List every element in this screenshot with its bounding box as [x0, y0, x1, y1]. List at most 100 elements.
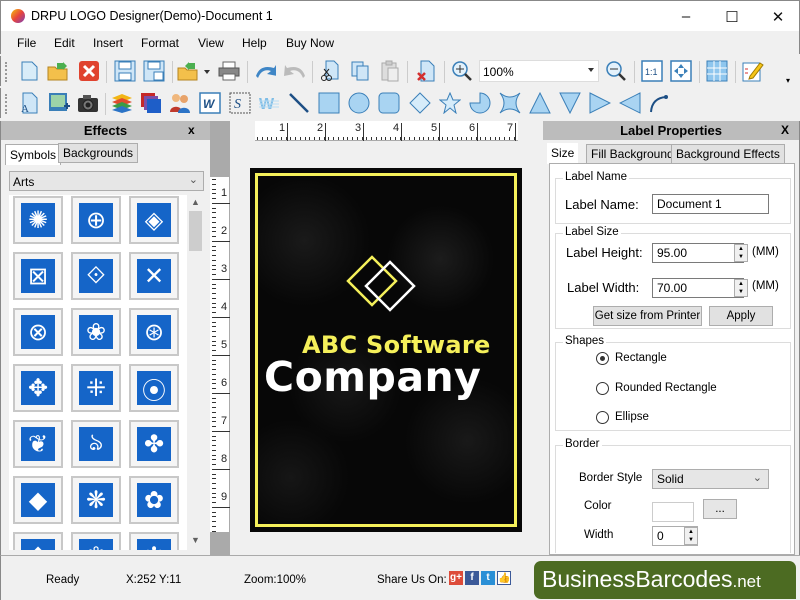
zoom-in-icon[interactable] — [451, 60, 473, 82]
color-picker-button[interactable]: ... — [703, 499, 737, 519]
label-height-input[interactable]: 95.00 — [652, 243, 744, 263]
tab-background-effects[interactable]: Background Effects — [671, 144, 785, 164]
symbol-item[interactable]: ✿ — [129, 476, 179, 524]
maximize-button[interactable]: ☐ — [709, 1, 755, 32]
facebook-icon[interactable]: f — [465, 571, 479, 585]
tab-fill-background[interactable]: Fill Background — [586, 144, 679, 164]
fit-to-window-icon[interactable] — [670, 60, 692, 82]
edit-properties-icon[interactable] — [742, 60, 764, 82]
width-spinner[interactable]: ▲ ▼ — [734, 279, 748, 297]
signature-icon[interactable]: S — [229, 92, 251, 114]
menu-buy-now[interactable]: Buy Now — [286, 36, 334, 50]
grid-icon[interactable] — [706, 60, 728, 82]
border-width-spinner[interactable]: ▲ ▼ — [684, 527, 698, 545]
word-art-icon[interactable]: W — [199, 92, 221, 114]
symbol-item[interactable]: ✤ — [129, 420, 179, 468]
rounded-rectangle-tool-icon[interactable] — [378, 92, 400, 114]
symbol-category-select[interactable]: Arts ⌄ — [9, 171, 204, 191]
menu-insert[interactable]: Insert — [93, 36, 123, 50]
open-folder-icon[interactable] — [47, 60, 69, 82]
menu-edit[interactable]: Edit — [54, 36, 75, 50]
symbol-item[interactable]: ◈ — [129, 196, 179, 244]
delete-icon[interactable] — [415, 60, 437, 82]
import-dropdown-arrow-icon[interactable] — [204, 70, 210, 74]
toolbar-grip[interactable] — [5, 62, 8, 82]
background-icon[interactable] — [140, 92, 162, 114]
tab-symbols[interactable]: Symbols — [5, 144, 62, 165]
actual-size-icon[interactable]: 1:1 — [641, 60, 663, 82]
border-style-select[interactable]: Solid ⌄ — [652, 469, 769, 489]
watermark-icon[interactable]: W — [258, 92, 280, 114]
get-size-from-printer-button[interactable]: Get size from Printer — [593, 306, 702, 326]
undo-icon[interactable] — [254, 60, 276, 82]
minimize-button[interactable]: – — [663, 1, 709, 32]
label-properties-close-button[interactable]: X — [781, 123, 789, 137]
symbol-item[interactable]: ✾ — [71, 532, 121, 550]
users-icon[interactable] — [169, 92, 191, 114]
insert-text-icon[interactable]: A — [18, 92, 40, 114]
symbols-scrollbar[interactable]: ▲ ▼ — [187, 195, 204, 550]
logo-text-line2[interactable]: Company — [264, 353, 481, 401]
symbol-item[interactable]: ✥ — [13, 364, 63, 412]
symbol-item[interactable]: ⊕ — [71, 196, 121, 244]
symbol-item[interactable]: ⊛ — [129, 308, 179, 356]
diamonds-logo-icon[interactable] — [344, 254, 422, 314]
save-as-icon[interactable] — [143, 60, 165, 82]
symbol-item[interactable]: ⊗ — [13, 308, 63, 356]
line-tool-icon[interactable] — [288, 92, 310, 114]
symbol-item[interactable]: ❦ — [13, 420, 63, 468]
symbol-item[interactable]: ❀ — [71, 308, 121, 356]
symbol-item[interactable]: ❋ — [71, 476, 121, 524]
radio-rectangle[interactable] — [596, 352, 609, 365]
tab-size[interactable]: Size — [547, 143, 579, 164]
toolbar-overflow-icon[interactable]: ▾ — [786, 76, 796, 85]
symbol-item[interactable]: ✕ — [129, 252, 179, 300]
close-window-button[interactable]: ✕ — [755, 1, 800, 32]
pie-tool-icon[interactable] — [469, 92, 491, 114]
layers-icon[interactable] — [111, 92, 133, 114]
scroll-thumb[interactable] — [189, 211, 202, 251]
four-point-star-tool-icon[interactable] — [499, 92, 521, 114]
diamond-tool-icon[interactable] — [409, 92, 431, 114]
camera-icon[interactable] — [77, 92, 99, 114]
toolbar2-grip[interactable] — [5, 94, 8, 114]
logo-design-label[interactable]: ABC Software Company — [250, 168, 522, 532]
zoom-out-icon[interactable] — [605, 60, 627, 82]
import-folder-icon[interactable] — [177, 60, 199, 82]
symbol-item[interactable]: ⊠ — [13, 252, 63, 300]
new-document-icon[interactable] — [18, 60, 40, 82]
ellipse-tool-icon[interactable] — [348, 92, 370, 114]
menu-file[interactable]: File — [17, 36, 36, 50]
close-document-icon[interactable] — [78, 60, 100, 82]
print-icon[interactable] — [218, 60, 240, 82]
zoom-level-combo[interactable]: 100% — [479, 60, 599, 82]
radio-ellipse[interactable] — [596, 411, 609, 424]
triangle-down-tool-icon[interactable] — [559, 92, 581, 114]
twitter-icon[interactable]: t — [481, 571, 495, 585]
rectangle-tool-icon[interactable] — [318, 92, 340, 114]
menu-format[interactable]: Format — [141, 36, 179, 50]
symbol-item[interactable]: ✼ — [129, 532, 179, 550]
effects-close-button[interactable]: x — [188, 123, 195, 137]
symbol-item[interactable]: ⁜ — [71, 364, 121, 412]
symbol-item[interactable]: ❖ — [13, 532, 63, 550]
copy-icon[interactable] — [349, 60, 371, 82]
triangle-right-tool-icon[interactable] — [589, 92, 611, 114]
insert-image-icon[interactable] — [48, 92, 70, 114]
tab-backgrounds[interactable]: Backgrounds — [58, 143, 139, 163]
apply-button[interactable]: Apply — [709, 306, 773, 326]
cut-icon[interactable] — [319, 60, 341, 82]
save-icon[interactable] — [114, 60, 136, 82]
symbol-item[interactable]: ⟐ — [71, 252, 121, 300]
symbol-item[interactable]: ✺ — [13, 196, 63, 244]
symbol-item[interactable]: ঌ — [71, 420, 121, 468]
height-spinner[interactable]: ▲ ▼ — [734, 244, 748, 262]
like-icon[interactable]: 👍 — [497, 571, 511, 585]
scroll-down-icon[interactable]: ▼ — [191, 535, 200, 545]
menu-view[interactable]: View — [198, 36, 224, 50]
triangle-left-tool-icon[interactable] — [619, 92, 641, 114]
scroll-up-icon[interactable]: ▲ — [191, 197, 200, 207]
arc-tool-icon[interactable] — [648, 92, 670, 114]
menu-help[interactable]: Help — [242, 36, 267, 50]
label-width-input[interactable]: 70.00 — [652, 278, 744, 298]
